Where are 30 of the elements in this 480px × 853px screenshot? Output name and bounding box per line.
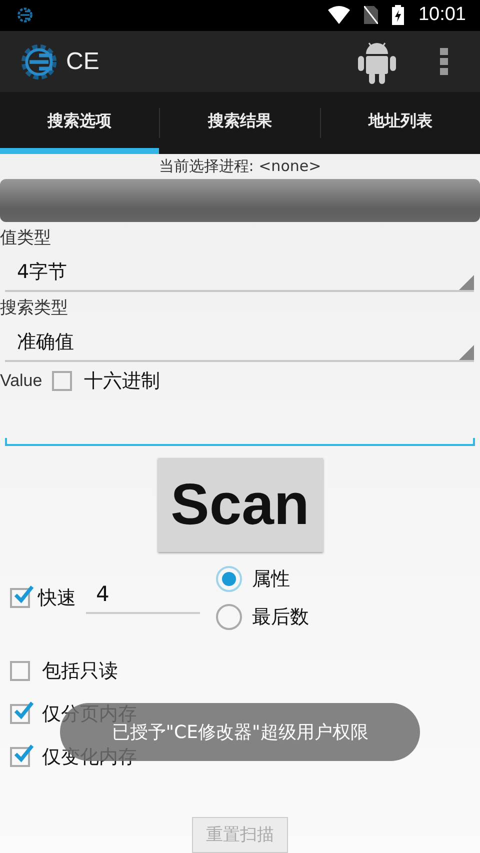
scan-type-dropdown[interactable]: 准确值 [5,324,474,362]
process-select-button[interactable] [0,178,480,222]
option-checkbox[interactable] [10,661,30,682]
hex-checkbox[interactable] [52,370,72,391]
hex-label: 十六进制 [84,368,160,394]
no-sim-icon [364,6,378,24]
value-type-dropdown[interactable]: 4字节 [5,254,474,292]
gear-icon [16,6,34,24]
more-menu-icon[interactable] [440,48,448,76]
radio-button[interactable] [216,566,242,592]
scan-type-label: 搜索类型 [0,296,69,320]
dropdown-corner-icon [459,274,474,290]
tab[interactable]: 搜索结果 [160,92,320,154]
clock-time: 10:01 [418,4,466,26]
app-title: CE [66,48,100,76]
radio-button[interactable] [216,604,242,630]
scan-button[interactable]: Scan [158,458,322,552]
alignment-input-field[interactable]: 4 [86,582,200,614]
gear-icon [20,42,58,81]
value-label: Value [0,370,42,391]
radio-label: 最后数 [252,604,309,630]
option-label: 包括只读 [42,659,118,684]
dropdown-corner-icon [459,344,474,360]
radio-label: 属性 [252,566,290,592]
value-type-label: 值类型 [0,226,52,250]
process-label: 当前选择进程: <none> [158,156,322,177]
fast-label: 快速 [38,586,76,611]
battery-icon [392,5,404,26]
wifi-icon [328,6,350,24]
tab[interactable]: 地址列表 [320,92,480,154]
